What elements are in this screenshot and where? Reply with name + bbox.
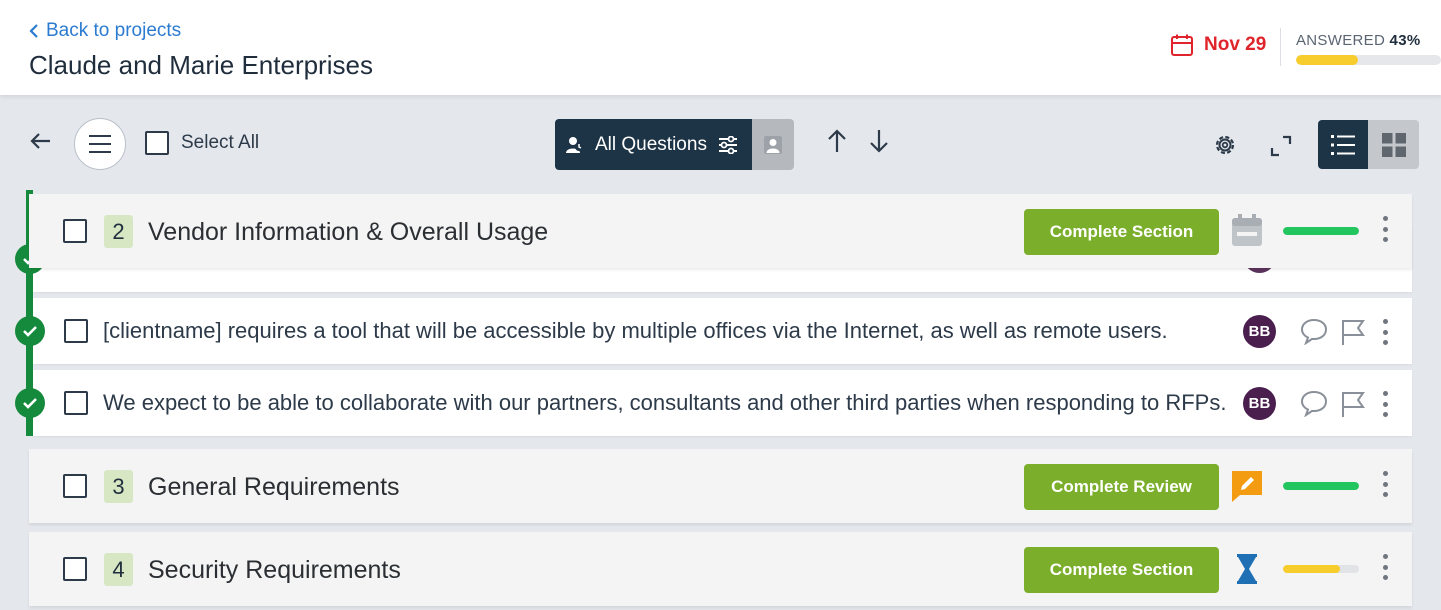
arrow-left-icon[interactable]: [28, 128, 54, 154]
complete-review-button[interactable]: Complete Review: [1024, 464, 1219, 510]
question-checkbox[interactable]: [64, 319, 88, 343]
section-number: 4: [104, 553, 133, 586]
due-date-label: Nov 29: [1204, 34, 1267, 55]
more-options-icon[interactable]: [1381, 391, 1389, 417]
select-all[interactable]: Select All: [145, 131, 259, 155]
answered-check-icon: [15, 316, 45, 346]
grid-view-button[interactable]: [1368, 120, 1419, 169]
question-filter[interactable]: All Questions: [555, 119, 794, 170]
flag-icon[interactable]: [1340, 390, 1366, 418]
avatar[interactable]: BB: [1243, 387, 1276, 420]
list-icon: [1331, 134, 1355, 155]
section-row[interactable]: 2 Vendor Information & Overall Usage Com…: [29, 194, 1412, 268]
section-number: 3: [104, 470, 133, 503]
avatar[interactable]: BB: [1243, 315, 1276, 348]
back-to-projects-label: Back to projects: [46, 20, 182, 41]
view-toggle[interactable]: [1318, 120, 1419, 169]
header: Back to projects Claude and Marie Enterp…: [0, 0, 1441, 95]
hourglass-icon: [1237, 554, 1257, 584]
comment-icon[interactable]: [1300, 317, 1328, 345]
answered-label: ANSWERED: [1296, 32, 1386, 49]
due-date: Nov 29: [1170, 33, 1266, 57]
filter-all-questions[interactable]: All Questions: [555, 119, 752, 170]
edit-icon: [1232, 471, 1262, 502]
section-progress-fill: [1283, 565, 1340, 573]
more-options-icon[interactable]: [1381, 319, 1389, 345]
section-title: Vendor Information & Overall Usage: [148, 218, 549, 246]
complete-section-button[interactable]: Complete Section: [1024, 547, 1219, 593]
answered-progress-fill: [1296, 55, 1359, 65]
flag-icon[interactable]: [1340, 318, 1366, 346]
header-divider: [1280, 28, 1281, 66]
question-text[interactable]: We expect to be able to collaborate with…: [103, 390, 1228, 416]
arrow-up-icon[interactable]: [824, 128, 850, 154]
more-options-icon[interactable]: [1381, 216, 1389, 242]
answered-progress-bar: [1296, 55, 1441, 65]
grid-icon: [1381, 132, 1406, 157]
more-options-icon[interactable]: [1381, 554, 1389, 580]
section-progress-bar: [1283, 565, 1359, 573]
gear-icon[interactable]: [1212, 132, 1238, 158]
sliders-icon: [719, 135, 737, 154]
section-title: General Requirements: [148, 473, 400, 501]
users-icon: [566, 136, 583, 153]
section-row[interactable]: 3 General Requirements Complete Review: [29, 449, 1412, 523]
section-number: 2: [104, 215, 133, 248]
menu-button[interactable]: [74, 118, 126, 170]
question-text[interactable]: [clientname] requires a tool that will b…: [103, 318, 1228, 344]
hamburger-icon: [89, 135, 111, 153]
section-progress-fill: [1283, 227, 1359, 235]
calendar-icon: [1171, 34, 1193, 56]
section-title: Security Requirements: [148, 556, 401, 584]
filter-label: All Questions: [595, 133, 707, 155]
toolbar: Select All All Questions: [0, 95, 1441, 190]
section-checkbox[interactable]: [63, 557, 87, 581]
question-checkbox[interactable]: [64, 391, 88, 415]
complete-section-button[interactable]: Complete Section: [1024, 209, 1219, 255]
list-view-button[interactable]: [1318, 120, 1368, 169]
section-row[interactable]: 4 Security Requirements Complete Section: [29, 532, 1412, 606]
arrow-down-icon[interactable]: [866, 128, 892, 154]
section-progress-bar: [1283, 482, 1359, 490]
calendar-icon: [1232, 214, 1262, 246]
answered-check-icon: [15, 388, 45, 418]
answered-status: ANSWERED 43%: [1296, 32, 1420, 49]
question-row[interactable]: We expect to be able to collaborate with…: [33, 370, 1412, 436]
section-checkbox[interactable]: [63, 474, 87, 498]
answered-percent: 43%: [1389, 32, 1421, 49]
select-all-label: Select All: [181, 132, 260, 153]
section-progress-fill: [1283, 482, 1359, 490]
user-icon: [764, 135, 782, 154]
section-checkbox[interactable]: [63, 219, 87, 243]
back-to-projects-link[interactable]: Back to projects: [28, 20, 181, 42]
section-progress-bar: [1283, 227, 1359, 235]
expand-icon[interactable]: [1269, 134, 1293, 158]
comment-icon[interactable]: [1300, 389, 1328, 417]
chevron-left-icon: [29, 24, 38, 38]
filter-user-button[interactable]: [752, 119, 794, 170]
question-row[interactable]: [clientname] requires a tool that will b…: [33, 298, 1412, 364]
select-all-checkbox[interactable]: [145, 131, 169, 155]
project-title: Claude and Marie Enterprises: [29, 50, 373, 80]
more-options-icon[interactable]: [1381, 471, 1389, 497]
